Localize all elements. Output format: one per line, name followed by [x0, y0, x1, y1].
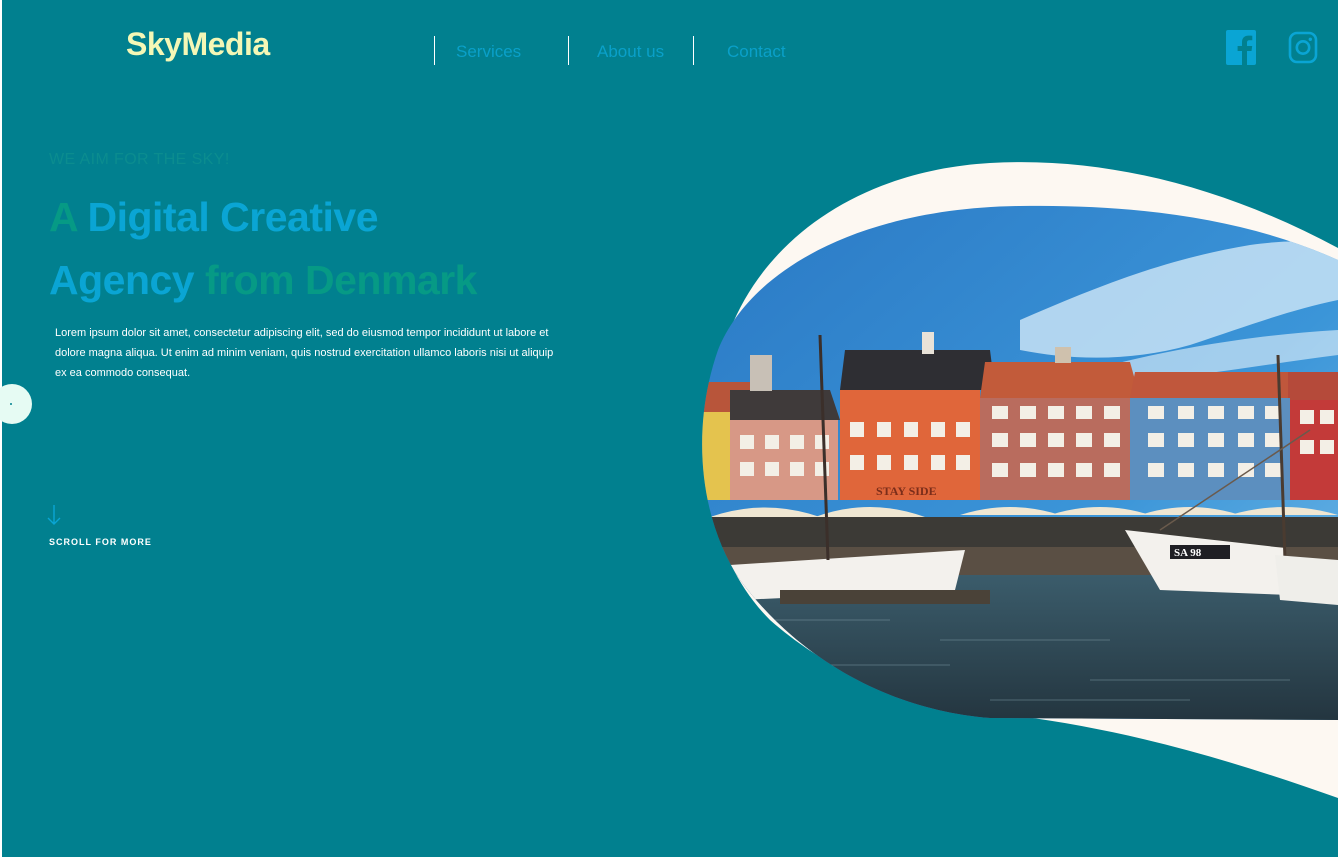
headline-word: from Denmark — [205, 257, 477, 303]
nav-link-contact[interactable]: Contact — [727, 42, 786, 62]
scroll-for-more-link[interactable]: SCROLL FOR MORE — [49, 537, 152, 547]
hero-description: Lorem ipsum dolor sit amet, consectetur … — [55, 327, 554, 379]
boat-label-text: SA 98 — [1174, 547, 1202, 559]
hero-eyebrow: WE AIM FOR THE SKY! — [49, 151, 230, 168]
photo-sign-text: STAY SIDE — [876, 484, 937, 498]
nav-separator — [568, 36, 569, 65]
headline-word: A — [49, 194, 77, 240]
instagram-icon[interactable] — [1288, 30, 1320, 65]
page-left-border — [0, 0, 2, 857]
copenhagen-photo: STAY SIDE SA 98 — [702, 205, 1338, 720]
hero-image: STAY SIDE SA 98 — [702, 162, 1338, 799]
nav-link-about-us[interactable]: About us — [597, 42, 664, 62]
nav-separator — [434, 36, 435, 65]
arrow-down-icon[interactable] — [46, 503, 62, 527]
nav-separator — [693, 36, 694, 65]
hero-headline-line-1: A Digital Creative — [49, 194, 378, 241]
nav-link-services[interactable]: Services — [456, 42, 521, 62]
headline-word: Digital Creative — [87, 194, 379, 240]
facebook-icon[interactable] — [1226, 30, 1258, 65]
side-toggle-button[interactable] — [0, 384, 32, 424]
logo[interactable]: SkyMedia — [126, 26, 270, 63]
hero-headline-line-2: Agency from Denmark — [49, 257, 477, 304]
headline-word: Agency — [49, 257, 195, 303]
